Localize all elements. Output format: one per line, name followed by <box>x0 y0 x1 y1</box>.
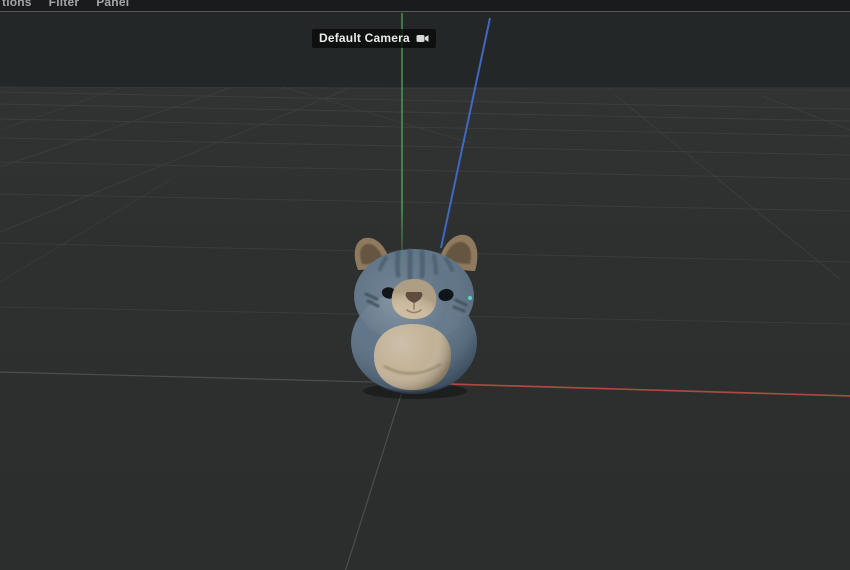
menu-item-tions[interactable]: tions <box>2 0 32 9</box>
menu-item-filter[interactable]: Filter <box>49 0 80 9</box>
viewport-3d[interactable]: Default Camera <box>0 0 850 570</box>
model-belly <box>373 324 452 390</box>
camera-label-text: Default Camera <box>319 31 410 45</box>
camera-selector-label[interactable]: Default Camera <box>312 29 436 48</box>
menu-items: tions Filter Panel <box>2 0 129 9</box>
model-plush-cat[interactable] <box>351 234 478 399</box>
menu-item-panel[interactable]: Panel <box>96 0 129 9</box>
model-accent-speck <box>467 295 473 301</box>
app-window: { "menu": { "items": [ { "label": "tions… <box>0 0 850 570</box>
camera-icon <box>416 34 429 42</box>
model-muzzle <box>391 279 437 319</box>
menu-bar: tions Filter Panel <box>0 0 850 12</box>
scene-canvas <box>0 0 850 570</box>
